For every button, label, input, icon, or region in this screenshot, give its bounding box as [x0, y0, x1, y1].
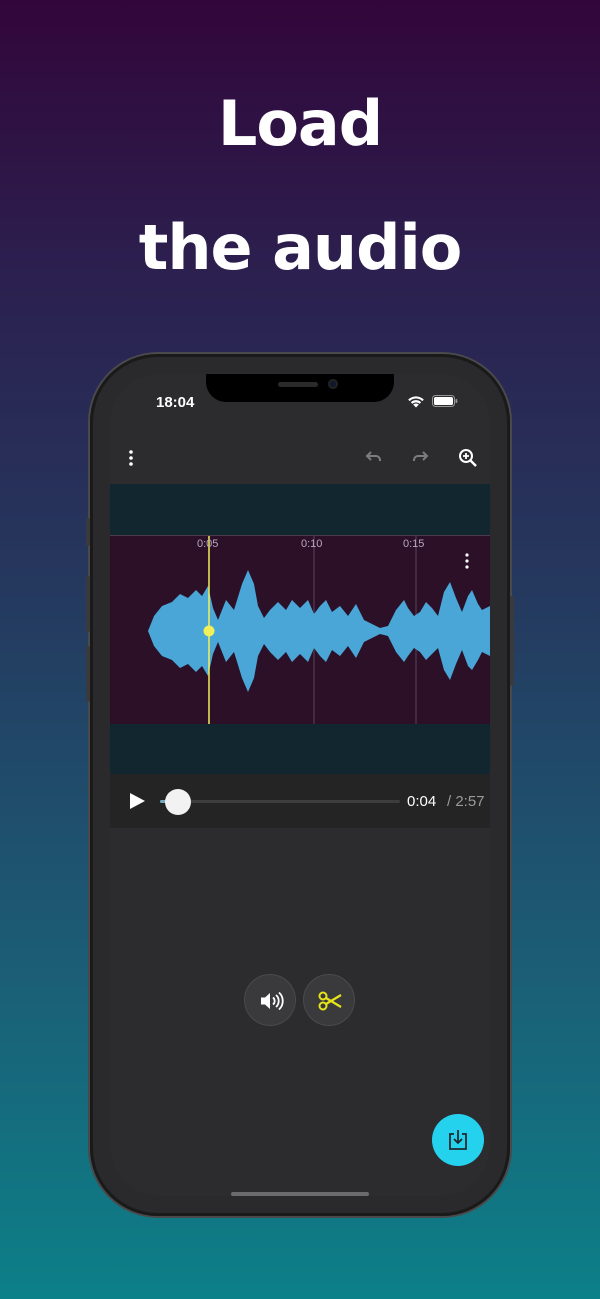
headline: Load the audio: [0, 62, 600, 310]
waveform-area[interactable]: 0:05 0:10 0:15: [110, 535, 490, 725]
total-time: / 2:57: [447, 793, 485, 810]
player-bar: 0:04 / 2:57: [110, 774, 490, 828]
more-vert-icon[interactable]: [119, 446, 143, 470]
front-camera: [328, 379, 338, 389]
playhead-handle: [203, 625, 215, 637]
timeline-top-band: [110, 484, 490, 535]
cut-button[interactable]: [303, 974, 355, 1026]
download-tray-icon: [449, 1130, 467, 1150]
export-button[interactable]: [432, 1114, 484, 1166]
wifi-icon: [408, 396, 424, 408]
waveform[interactable]: [110, 536, 490, 725]
play-icon[interactable]: [128, 792, 146, 810]
timeline-tick: 0:15: [403, 538, 425, 550]
app-screen: 18:04 0:05 0:10 0:15 0:04 / 2:57: [110, 374, 490, 1196]
current-time: 0:04: [407, 793, 437, 810]
speaker-grille: [278, 382, 318, 387]
headline-line-1: Load: [217, 87, 383, 160]
zoom-in-icon[interactable]: [456, 446, 480, 470]
phone-volume-up: [86, 576, 90, 632]
seek-thumb[interactable]: [165, 789, 191, 815]
track-menu-icon[interactable]: [460, 552, 474, 570]
phone-power-button: [510, 596, 514, 686]
scissors-icon: [318, 991, 342, 1011]
battery-icon: [432, 395, 458, 407]
phone-silent-switch: [86, 518, 90, 546]
redo-icon[interactable]: [409, 446, 433, 470]
volume-button[interactable]: [244, 974, 296, 1026]
timeline-bottom-band: [110, 724, 490, 774]
undo-icon[interactable]: [361, 446, 385, 470]
status-time: 18:04: [156, 394, 195, 411]
notch: [206, 374, 394, 402]
timeline-tick: 0:05: [197, 538, 219, 550]
headline-line-2: the audio: [138, 211, 463, 284]
waveform-shape: [110, 570, 490, 692]
seek-track[interactable]: [160, 800, 400, 803]
phone-volume-down: [86, 646, 90, 702]
timeline-tick: 0:10: [301, 538, 323, 550]
volume-icon: [261, 991, 284, 1011]
home-indicator: [231, 1192, 369, 1196]
